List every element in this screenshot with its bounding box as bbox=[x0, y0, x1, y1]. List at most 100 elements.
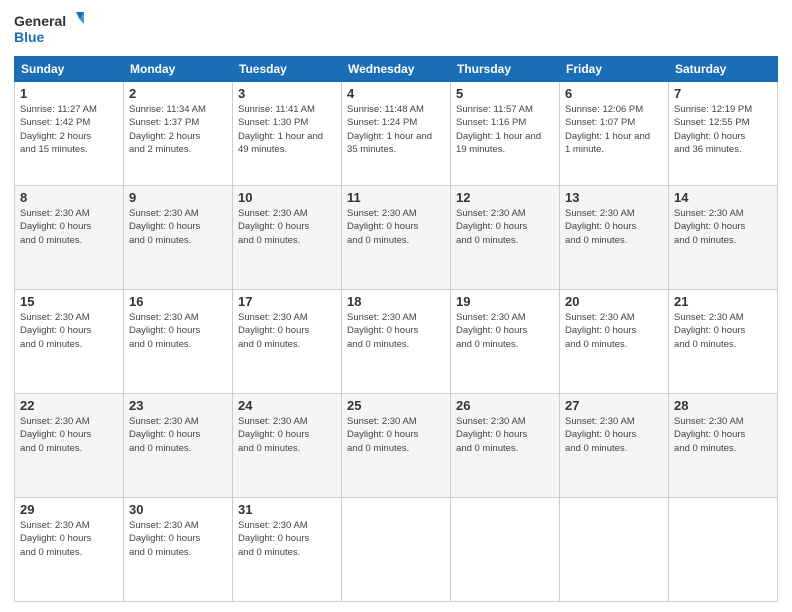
day-info: Sunset: 2:30 AMDaylight: 0 hoursand 0 mi… bbox=[674, 415, 772, 455]
day-number: 17 bbox=[238, 294, 336, 309]
day-number: 20 bbox=[565, 294, 663, 309]
day-cell: 31 Sunset: 2:30 AMDaylight: 0 hoursand 0 … bbox=[233, 498, 342, 602]
day-cell: 21 Sunset: 2:30 AMDaylight: 0 hoursand 0 … bbox=[669, 290, 778, 394]
logo: General Blue bbox=[14, 10, 84, 48]
day-number: 24 bbox=[238, 398, 336, 413]
day-cell: 6 Sunrise: 12:06 PMSunset: 1:07 PMDayligh… bbox=[560, 82, 669, 186]
day-number: 1 bbox=[20, 86, 118, 101]
day-number: 3 bbox=[238, 86, 336, 101]
day-cell: 7Sunrise: 12:19 PMSunset: 12:55 PMDaylig… bbox=[669, 82, 778, 186]
day-cell: 24Sunset: 2:30 AMDaylight: 0 hoursand 0 … bbox=[233, 394, 342, 498]
day-cell: 11Sunset: 2:30 AMDaylight: 0 hoursand 0 … bbox=[342, 186, 451, 290]
day-cell: 29 Sunset: 2:30 AMDaylight: 0 hoursand 0 … bbox=[15, 498, 124, 602]
day-info: Sunrise: 11:57 AMSunset: 1:16 PMDaylight… bbox=[456, 103, 554, 156]
day-info: Sunset: 2:30 AMDaylight: 0 hoursand 0 mi… bbox=[238, 519, 336, 559]
day-info: Sunset: 2:30 AMDaylight: 0 hoursand 0 mi… bbox=[20, 207, 118, 247]
day-cell: 25Sunset: 2:30 AMDaylight: 0 hoursand 0 … bbox=[342, 394, 451, 498]
day-cell: 23Sunset: 2:30 AMDaylight: 0 hoursand 0 … bbox=[124, 394, 233, 498]
day-cell: 22 Sunset: 2:30 AMDaylight: 0 hoursand 0 … bbox=[15, 394, 124, 498]
week-row-5: 29 Sunset: 2:30 AMDaylight: 0 hoursand 0 … bbox=[15, 498, 778, 602]
day-cell: 8 Sunset: 2:30 AMDaylight: 0 hoursand 0 m… bbox=[15, 186, 124, 290]
day-info: Sunset: 2:30 AMDaylight: 0 hoursand 0 mi… bbox=[347, 207, 445, 247]
day-number: 30 bbox=[129, 502, 227, 517]
day-cell: 10 Sunset: 2:30 AMDaylight: 0 hoursand 0 … bbox=[233, 186, 342, 290]
day-info: Sunset: 2:30 AMDaylight: 0 hoursand 0 mi… bbox=[20, 415, 118, 455]
day-cell: 19 Sunset: 2:30 AMDaylight: 0 hoursand 0 … bbox=[451, 290, 560, 394]
day-cell: 30 Sunset: 2:30 AMDaylight: 0 hoursand 0 … bbox=[124, 498, 233, 602]
day-cell: 15 Sunset: 2:30 AMDaylight: 0 hoursand 0 … bbox=[15, 290, 124, 394]
day-number: 4 bbox=[347, 86, 445, 101]
day-cell: 2 Sunrise: 11:34 AMSunset: 1:37 PMDayligh… bbox=[124, 82, 233, 186]
day-info: Sunset: 2:30 AMDaylight: 0 hoursand 0 mi… bbox=[129, 519, 227, 559]
day-cell: 1 Sunrise: 11:27 AMSunset: 1:42 PMDayligh… bbox=[15, 82, 124, 186]
day-info: Sunrise: 11:41 AMSunset: 1:30 PMDaylight… bbox=[238, 103, 336, 156]
day-number: 13 bbox=[565, 190, 663, 205]
col-tuesday: Tuesday bbox=[233, 57, 342, 82]
day-number: 6 bbox=[565, 86, 663, 101]
day-number: 16 bbox=[129, 294, 227, 309]
day-cell: 20 Sunset: 2:30 AMDaylight: 0 hoursand 0 … bbox=[560, 290, 669, 394]
day-number: 22 bbox=[20, 398, 118, 413]
svg-text:Blue: Blue bbox=[14, 29, 45, 45]
day-cell bbox=[342, 498, 451, 602]
page: General Blue Sunday Monday Tuesday Wedne… bbox=[0, 0, 792, 612]
day-cell: 12 Sunset: 2:30 AMDaylight: 0 hoursand 0 … bbox=[451, 186, 560, 290]
day-info: Sunrise: 12:06 PMSunset: 1:07 PMDaylight… bbox=[565, 103, 663, 156]
day-cell bbox=[451, 498, 560, 602]
day-cell: 14Sunset: 2:30 AMDaylight: 0 hoursand 0 … bbox=[669, 186, 778, 290]
day-number: 15 bbox=[20, 294, 118, 309]
day-info: Sunset: 2:30 AMDaylight: 0 hoursand 0 mi… bbox=[565, 207, 663, 247]
day-number: 31 bbox=[238, 502, 336, 517]
col-saturday: Saturday bbox=[669, 57, 778, 82]
day-cell: 27 Sunset: 2:30 AMDaylight: 0 hoursand 0 … bbox=[560, 394, 669, 498]
day-number: 19 bbox=[456, 294, 554, 309]
day-info: Sunset: 2:30 AMDaylight: 0 hoursand 0 mi… bbox=[347, 311, 445, 351]
day-number: 29 bbox=[20, 502, 118, 517]
day-number: 23 bbox=[129, 398, 227, 413]
day-info: Sunrise: 12:19 PMSunset: 12:55 PMDayligh… bbox=[674, 103, 772, 156]
day-info: Sunset: 2:30 AMDaylight: 0 hoursand 0 mi… bbox=[20, 311, 118, 351]
day-info: Sunset: 2:30 AMDaylight: 0 hoursand 0 mi… bbox=[347, 415, 445, 455]
day-cell: 4Sunrise: 11:48 AMSunset: 1:24 PMDayligh… bbox=[342, 82, 451, 186]
day-info: Sunset: 2:30 AMDaylight: 0 hoursand 0 mi… bbox=[565, 415, 663, 455]
day-info: Sunset: 2:30 AMDaylight: 0 hoursand 0 mi… bbox=[565, 311, 663, 351]
col-friday: Friday bbox=[560, 57, 669, 82]
week-row-3: 15 Sunset: 2:30 AMDaylight: 0 hoursand 0 … bbox=[15, 290, 778, 394]
week-row-4: 22 Sunset: 2:30 AMDaylight: 0 hoursand 0 … bbox=[15, 394, 778, 498]
day-info: Sunset: 2:30 AMDaylight: 0 hoursand 0 mi… bbox=[238, 207, 336, 247]
day-info: Sunset: 2:30 AMDaylight: 0 hoursand 0 mi… bbox=[20, 519, 118, 559]
day-info: Sunset: 2:30 AMDaylight: 0 hoursand 0 mi… bbox=[674, 311, 772, 351]
day-number: 9 bbox=[129, 190, 227, 205]
day-number: 2 bbox=[129, 86, 227, 101]
col-wednesday: Wednesday bbox=[342, 57, 451, 82]
day-info: Sunset: 2:30 AMDaylight: 0 hoursand 0 mi… bbox=[129, 311, 227, 351]
day-cell: 9 Sunset: 2:30 AMDaylight: 0 hoursand 0 m… bbox=[124, 186, 233, 290]
day-info: Sunset: 2:30 AMDaylight: 0 hoursand 0 mi… bbox=[129, 207, 227, 247]
day-cell bbox=[560, 498, 669, 602]
logo-svg: General Blue bbox=[14, 10, 84, 48]
header: General Blue bbox=[14, 10, 778, 48]
week-row-1: 1 Sunrise: 11:27 AMSunset: 1:42 PMDayligh… bbox=[15, 82, 778, 186]
day-info: Sunset: 2:30 AMDaylight: 0 hoursand 0 mi… bbox=[456, 207, 554, 247]
day-number: 8 bbox=[20, 190, 118, 205]
day-number: 27 bbox=[565, 398, 663, 413]
day-info: Sunrise: 11:27 AMSunset: 1:42 PMDaylight… bbox=[20, 103, 118, 156]
day-info: Sunset: 2:30 AMDaylight: 0 hoursand 0 mi… bbox=[456, 311, 554, 351]
week-row-2: 8 Sunset: 2:30 AMDaylight: 0 hoursand 0 m… bbox=[15, 186, 778, 290]
day-cell: 17Sunset: 2:30 AMDaylight: 0 hoursand 0 … bbox=[233, 290, 342, 394]
day-number: 26 bbox=[456, 398, 554, 413]
day-number: 10 bbox=[238, 190, 336, 205]
day-number: 12 bbox=[456, 190, 554, 205]
col-sunday: Sunday bbox=[15, 57, 124, 82]
day-cell: 13 Sunset: 2:30 AMDaylight: 0 hoursand 0 … bbox=[560, 186, 669, 290]
day-cell: 28 Sunset: 2:30 AMDaylight: 0 hoursand 0 … bbox=[669, 394, 778, 498]
day-number: 18 bbox=[347, 294, 445, 309]
day-cell bbox=[669, 498, 778, 602]
day-number: 28 bbox=[674, 398, 772, 413]
day-cell: 5Sunrise: 11:57 AMSunset: 1:16 PMDayligh… bbox=[451, 82, 560, 186]
day-number: 14 bbox=[674, 190, 772, 205]
day-cell: 16 Sunset: 2:30 AMDaylight: 0 hoursand 0 … bbox=[124, 290, 233, 394]
day-number: 21 bbox=[674, 294, 772, 309]
day-info: Sunrise: 11:34 AMSunset: 1:37 PMDaylight… bbox=[129, 103, 227, 156]
day-cell: 3 Sunrise: 11:41 AMSunset: 1:30 PMDayligh… bbox=[233, 82, 342, 186]
